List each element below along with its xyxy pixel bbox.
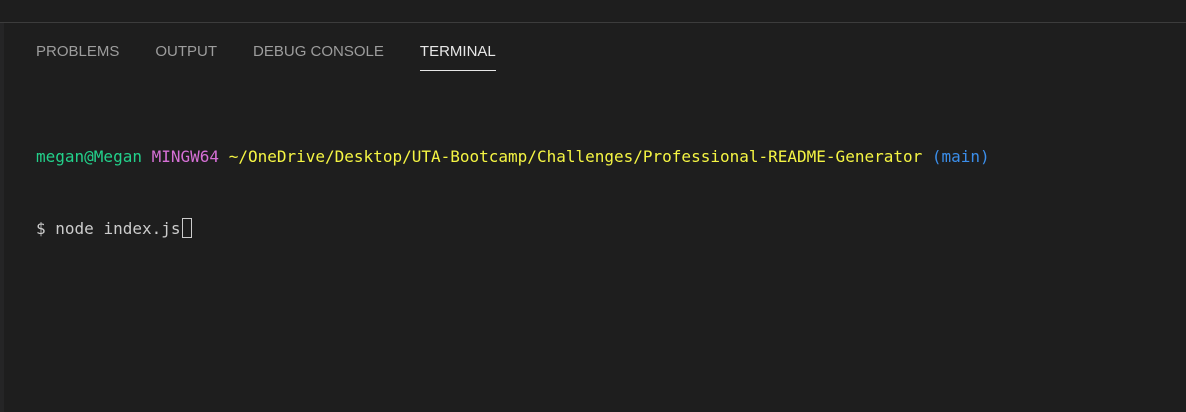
- terminal-user: megan@Megan: [36, 147, 142, 166]
- terminal-prompt-line: megan@Megan MINGW64 ~/OneDrive/Desktop/U…: [36, 145, 990, 169]
- terminal-output[interactable]: megan@Megan MINGW64 ~/OneDrive/Desktop/U…: [36, 97, 990, 265]
- terminal-command-line[interactable]: $ node index.js: [36, 217, 990, 241]
- tab-debug-console[interactable]: DEBUG CONSOLE: [253, 42, 384, 71]
- terminal-cursor: [181, 218, 192, 238]
- editor-top-strip: [0, 0, 1186, 23]
- panel-tabs: PROBLEMS OUTPUT DEBUG CONSOLE TERMINAL: [36, 42, 532, 71]
- tab-problems[interactable]: PROBLEMS: [36, 42, 119, 71]
- terminal-prompt-symbol: $: [36, 219, 46, 238]
- tab-output[interactable]: OUTPUT: [155, 42, 217, 71]
- terminal-command[interactable]: node index.js: [55, 219, 180, 238]
- terminal-branch: (main): [931, 147, 990, 166]
- panel-left-edge: [0, 23, 4, 412]
- terminal-host: MINGW64: [151, 147, 220, 166]
- tab-terminal[interactable]: TERMINAL: [419, 42, 496, 71]
- terminal-path: ~/OneDrive/Desktop/UTA-Bootcamp/Challeng…: [228, 147, 923, 166]
